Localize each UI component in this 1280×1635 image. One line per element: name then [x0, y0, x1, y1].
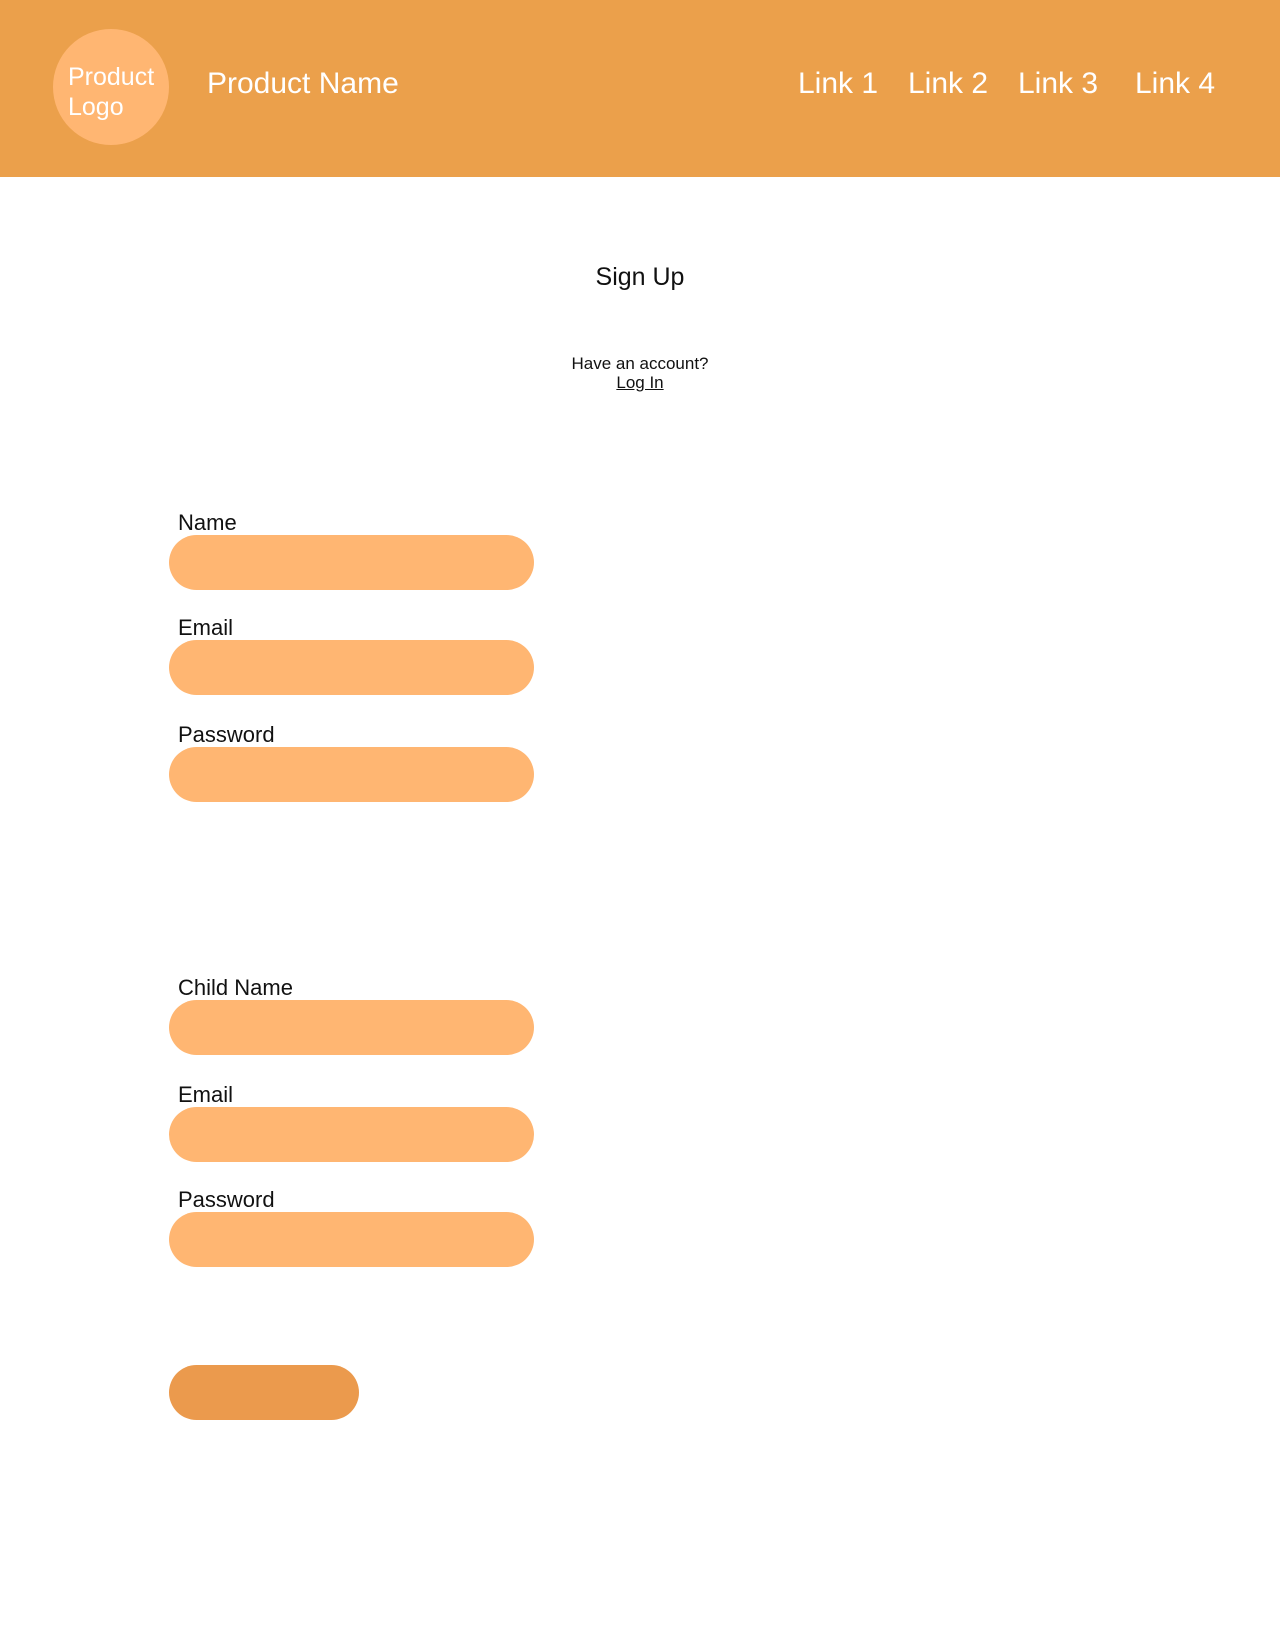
email-input[interactable]	[169, 640, 534, 695]
password-input[interactable]	[169, 747, 534, 802]
email-label: Email	[178, 615, 234, 640]
child-email-input[interactable]	[169, 1107, 534, 1162]
password-label: Password	[178, 722, 275, 747]
child-email-label: Email	[178, 1082, 234, 1107]
login-link[interactable]: Log In	[616, 373, 663, 392]
nav-link-2[interactable]: Link 2	[908, 66, 988, 102]
child-password-input[interactable]	[169, 1212, 534, 1267]
child-password-label: Password	[178, 1187, 275, 1212]
logo-text: Product Logo	[68, 63, 155, 121]
account-prompt: Have an account?	[571, 354, 709, 373]
product-logo[interactable]: Product Logo	[53, 29, 169, 145]
nav-link-3[interactable]: Link 3	[1018, 66, 1098, 102]
name-label: Name	[178, 510, 237, 535]
submit-button[interactable]	[169, 1365, 359, 1420]
login-link-row: Log In	[0, 373, 1280, 393]
product-name: Product Name	[207, 67, 399, 100]
nav-link-1[interactable]: Link 1	[798, 66, 878, 102]
child-name-input[interactable]	[169, 1000, 534, 1055]
child-name-label: Child Name	[178, 975, 293, 1000]
nav-link-4[interactable]: Link 4	[1135, 66, 1215, 102]
page-title: Sign Up	[595, 263, 685, 291]
header-bar: Product Logo Product Name Link 1 Link 2 …	[0, 0, 1280, 177]
name-input[interactable]	[169, 535, 534, 590]
